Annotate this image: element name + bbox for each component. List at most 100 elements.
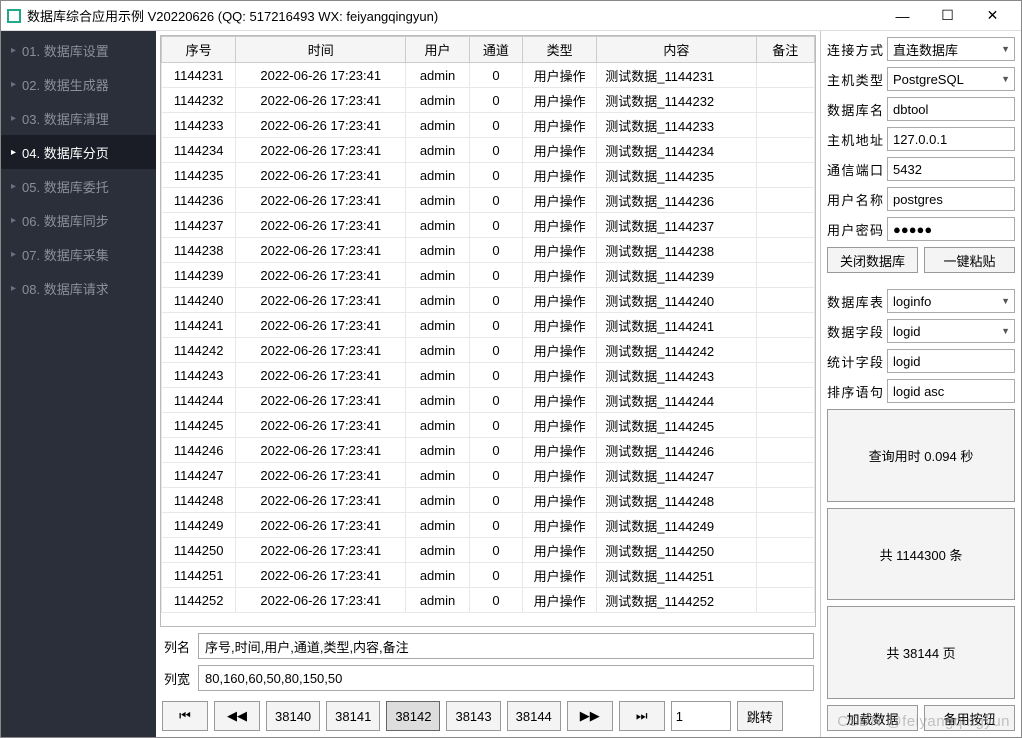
cell: 2022-06-26 17:23:41 xyxy=(236,163,406,188)
pwd-input[interactable]: ●●●●● xyxy=(887,217,1015,241)
col-header[interactable]: 类型 xyxy=(522,37,596,63)
pager-page-button[interactable]: 38143 xyxy=(446,701,500,731)
db-table-select[interactable]: loginfo▼ xyxy=(887,289,1015,313)
table-row[interactable]: 11442392022-06-26 17:23:41admin0用户操作测试数据… xyxy=(162,263,815,288)
pager-prev-button[interactable]: ◀◀ xyxy=(214,701,260,731)
cell: 用户操作 xyxy=(522,288,596,313)
table-row[interactable]: 11442462022-06-26 17:23:41admin0用户操作测试数据… xyxy=(162,438,815,463)
db-name-input[interactable]: dbtool xyxy=(887,97,1015,121)
table-row[interactable]: 11442322022-06-26 17:23:41admin0用户操作测试数据… xyxy=(162,88,815,113)
cell: 1144245 xyxy=(162,413,236,438)
table-row[interactable]: 11442422022-06-26 17:23:41admin0用户操作测试数据… xyxy=(162,338,815,363)
cell: admin xyxy=(406,538,470,563)
host-type-select[interactable]: PostgreSQL▼ xyxy=(887,67,1015,91)
cell: 用户操作 xyxy=(522,338,596,363)
close-db-button[interactable]: 关闭数据库 xyxy=(827,247,918,273)
maximize-button[interactable]: ☐ xyxy=(925,2,970,30)
load-data-button[interactable]: 加载数据 xyxy=(827,705,918,731)
cell: 0 xyxy=(469,163,522,188)
col-header[interactable]: 用户 xyxy=(406,37,470,63)
cell: 0 xyxy=(469,463,522,488)
table-row[interactable]: 11442512022-06-26 17:23:41admin0用户操作测试数据… xyxy=(162,563,815,588)
colname-label: 列名 xyxy=(162,637,192,656)
colwidth-input[interactable] xyxy=(198,665,814,691)
cell xyxy=(756,138,814,163)
colname-input[interactable] xyxy=(198,633,814,659)
minimize-button[interactable]: — xyxy=(880,2,925,30)
table-row[interactable]: 11442482022-06-26 17:23:41admin0用户操作测试数据… xyxy=(162,488,815,513)
table-row[interactable]: 11442492022-06-26 17:23:41admin0用户操作测试数据… xyxy=(162,513,815,538)
cell: 用户操作 xyxy=(522,238,596,263)
host-addr-input[interactable]: 127.0.0.1 xyxy=(887,127,1015,151)
sidebar-item-6[interactable]: ▸07. 数据库采集 xyxy=(1,237,156,271)
sidebar-item-5[interactable]: ▸06. 数据库同步 xyxy=(1,203,156,237)
cell: 0 xyxy=(469,338,522,363)
col-header[interactable]: 序号 xyxy=(162,37,236,63)
db-field-select[interactable]: logid▼ xyxy=(887,319,1015,343)
table-row[interactable]: 11442382022-06-26 17:23:41admin0用户操作测试数据… xyxy=(162,238,815,263)
col-header[interactable]: 通道 xyxy=(469,37,522,63)
table-row[interactable]: 11442342022-06-26 17:23:41admin0用户操作测试数据… xyxy=(162,138,815,163)
cell xyxy=(756,163,814,188)
cell xyxy=(756,488,814,513)
cell: admin xyxy=(406,288,470,313)
pager-jump-button[interactable]: 跳转 xyxy=(737,701,783,731)
col-header[interactable]: 时间 xyxy=(236,37,406,63)
chevron-right-icon: ▸ xyxy=(11,181,16,192)
cell: 0 xyxy=(469,413,522,438)
spare-button[interactable]: 备用按钮 xyxy=(924,705,1015,731)
order-input[interactable]: logid asc xyxy=(887,379,1015,403)
col-header[interactable]: 备注 xyxy=(756,37,814,63)
stat-field-input[interactable]: logid xyxy=(887,349,1015,373)
cell: 测试数据_1144233 xyxy=(597,113,756,138)
cell: 1144231 xyxy=(162,63,236,88)
table-scroll[interactable]: 序号时间用户通道类型内容备注 11442312022-06-26 17:23:4… xyxy=(161,36,815,626)
paste-button[interactable]: 一键粘贴 xyxy=(924,247,1015,273)
cell: 用户操作 xyxy=(522,313,596,338)
pager-next-button[interactable]: ▶▶ xyxy=(567,701,613,731)
pager-page-button[interactable]: 38140 xyxy=(266,701,320,731)
cell: admin xyxy=(406,588,470,613)
table-row[interactable]: 11442452022-06-26 17:23:41admin0用户操作测试数据… xyxy=(162,413,815,438)
cell xyxy=(756,238,814,263)
chevron-right-icon: ▸ xyxy=(11,113,16,124)
cell: admin xyxy=(406,163,470,188)
close-button[interactable]: ✕ xyxy=(970,2,1015,30)
port-input[interactable]: 5432 xyxy=(887,157,1015,181)
sidebar-item-3[interactable]: ▸04. 数据库分页 xyxy=(1,135,156,169)
pager-page-button[interactable]: 38141 xyxy=(326,701,380,731)
table-row[interactable]: 11442412022-06-26 17:23:41admin0用户操作测试数据… xyxy=(162,313,815,338)
pager-page-button[interactable]: 38142 xyxy=(386,701,440,731)
sidebar-item-0[interactable]: ▸01. 数据库设置 xyxy=(1,33,156,67)
cell xyxy=(756,288,814,313)
query-time-info: 查询用时 0.094 秒 xyxy=(827,409,1015,502)
col-header[interactable]: 内容 xyxy=(597,37,756,63)
table-row[interactable]: 11442442022-06-26 17:23:41admin0用户操作测试数据… xyxy=(162,388,815,413)
table-row[interactable]: 11442332022-06-26 17:23:41admin0用户操作测试数据… xyxy=(162,113,815,138)
cell: admin xyxy=(406,563,470,588)
sidebar-item-1[interactable]: ▸02. 数据生成器 xyxy=(1,67,156,101)
table-row[interactable]: 11442502022-06-26 17:23:41admin0用户操作测试数据… xyxy=(162,538,815,563)
total-pages-info: 共 38144 页 xyxy=(827,606,1015,699)
table-row[interactable]: 11442362022-06-26 17:23:41admin0用户操作测试数据… xyxy=(162,188,815,213)
cell: 用户操作 xyxy=(522,163,596,188)
pager-page-button[interactable]: 38144 xyxy=(507,701,561,731)
table-row[interactable]: 11442402022-06-26 17:23:41admin0用户操作测试数据… xyxy=(162,288,815,313)
pager: ⏮◀◀3814038141381423814338144▶▶⏭1跳转 xyxy=(162,697,814,731)
table-row[interactable]: 11442432022-06-26 17:23:41admin0用户操作测试数据… xyxy=(162,363,815,388)
pager-first-button[interactable]: ⏮ xyxy=(162,701,208,731)
pager-last-button[interactable]: ⏭ xyxy=(619,701,665,731)
conn-mode-select[interactable]: 直连数据库▼ xyxy=(887,37,1015,61)
sidebar-item-7[interactable]: ▸08. 数据库请求 xyxy=(1,271,156,305)
cell: 用户操作 xyxy=(522,138,596,163)
table-row[interactable]: 11442472022-06-26 17:23:41admin0用户操作测试数据… xyxy=(162,463,815,488)
pager-page-spin[interactable]: 1 xyxy=(671,701,731,731)
table-row[interactable]: 11442522022-06-26 17:23:41admin0用户操作测试数据… xyxy=(162,588,815,613)
sidebar-item-4[interactable]: ▸05. 数据库委托 xyxy=(1,169,156,203)
table-row[interactable]: 11442352022-06-26 17:23:41admin0用户操作测试数据… xyxy=(162,163,815,188)
table-row[interactable]: 11442372022-06-26 17:23:41admin0用户操作测试数据… xyxy=(162,213,815,238)
sidebar-item-2[interactable]: ▸03. 数据库清理 xyxy=(1,101,156,135)
table-row[interactable]: 11442312022-06-26 17:23:41admin0用户操作测试数据… xyxy=(162,63,815,88)
cell: 0 xyxy=(469,388,522,413)
user-input[interactable]: postgres xyxy=(887,187,1015,211)
